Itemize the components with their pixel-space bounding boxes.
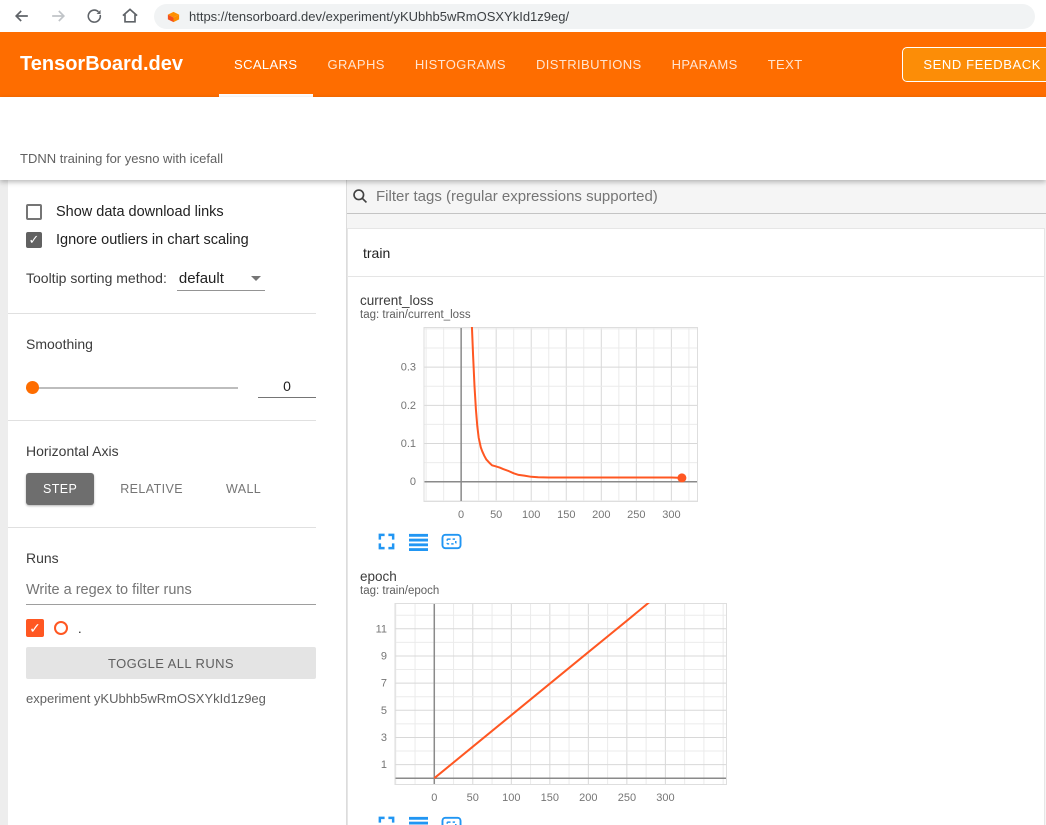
tab-distributions[interactable]: DISTRIBUTIONS <box>521 32 657 97</box>
chart-title: current_loss <box>360 293 703 308</box>
chart-grid: current_loss tag: train/current_loss 050… <box>348 277 1044 825</box>
smoothing-slider[interactable] <box>26 387 238 389</box>
experiment-id-label: experiment yKUbhb5wRmOSXYkId1z9eg <box>26 691 316 706</box>
url-bar[interactable]: https://tensorboard.dev/experiment/yKUbh… <box>154 4 1035 29</box>
svg-text:0.2: 0.2 <box>401 400 416 412</box>
run-color-swatch <box>54 621 68 635</box>
chevron-down-icon <box>251 276 261 281</box>
svg-text:0: 0 <box>458 509 464 521</box>
axis-relative-button[interactable]: RELATIVE <box>103 473 200 505</box>
svg-text:1: 1 <box>381 759 387 771</box>
svg-text:250: 250 <box>618 792 636 804</box>
main-panel: train current_loss tag: train/current_lo… <box>347 180 1046 825</box>
svg-text:300: 300 <box>662 509 680 521</box>
line-chart[interactable]: 0 50 100 150 200 250 300 1 3 5 7 9 11 <box>360 603 703 807</box>
tooltip-sorting-select[interactable]: default <box>177 270 265 291</box>
tab-text[interactable]: TEXT <box>753 32 818 97</box>
chart-card-current-loss: current_loss tag: train/current_loss 0 50… <box>360 281 703 557</box>
svg-text:200: 200 <box>592 509 610 521</box>
chart-title: epoch <box>360 569 703 584</box>
train-section-header[interactable]: train <box>348 229 1044 277</box>
slider-thumb[interactable] <box>26 381 39 394</box>
svg-text:250: 250 <box>627 509 645 521</box>
smoothing-label: Smoothing <box>26 314 316 352</box>
tab-hparams[interactable]: HPARAMS <box>657 32 753 97</box>
chart-tag: tag: train/epoch <box>360 585 703 597</box>
runs-filter-input[interactable] <box>26 578 316 605</box>
expand-chart-icon[interactable] <box>377 532 396 551</box>
horizontal-axis-label: Horizontal Axis <box>26 421 316 459</box>
brand-title: TensorBoard.dev <box>20 53 183 76</box>
tab-graphs[interactable]: GRAPHS <box>313 32 400 97</box>
back-icon[interactable] <box>10 4 34 28</box>
axis-step-button[interactable]: STEP <box>26 473 94 505</box>
forward-icon[interactable] <box>46 4 70 28</box>
svg-text:300: 300 <box>656 792 674 804</box>
toggle-all-runs-button[interactable]: TOGGLE ALL RUNS <box>26 647 316 679</box>
fit-domain-icon[interactable] <box>441 532 462 551</box>
fit-domain-icon[interactable] <box>441 815 462 825</box>
data-table-icon[interactable] <box>409 532 428 551</box>
svg-text:200: 200 <box>579 792 597 804</box>
experiment-description: TDNN training for yesno with icefall <box>20 151 223 166</box>
svg-text:7: 7 <box>381 678 387 690</box>
axis-wall-button[interactable]: WALL <box>209 473 278 505</box>
svg-text:0.1: 0.1 <box>401 438 416 450</box>
svg-text:50: 50 <box>490 509 502 521</box>
train-section-card: train current_loss tag: train/current_lo… <box>347 228 1045 825</box>
run-row: ✓ . <box>26 619 316 637</box>
svg-text:100: 100 <box>522 509 540 521</box>
data-table-icon[interactable] <box>409 815 428 825</box>
tensorboard-favicon <box>166 9 181 24</box>
svg-text:3: 3 <box>381 732 387 744</box>
home-icon[interactable] <box>118 4 142 28</box>
settings-sidebar: Show data download links ✓ Ignore outlie… <box>0 180 347 825</box>
svg-text:0.3: 0.3 <box>401 362 416 374</box>
ignore-outliers-checkbox[interactable]: ✓ Ignore outliers in chart scaling <box>26 232 316 248</box>
url-text: https://tensorboard.dev/experiment/yKUbh… <box>189 9 569 24</box>
search-icon <box>352 188 369 205</box>
smoothing-value[interactable]: 0 <box>258 378 316 398</box>
show-download-links-checkbox[interactable]: Show data download links <box>26 204 316 220</box>
send-feedback-button[interactable]: SEND FEEDBACK <box>902 47 1046 82</box>
svg-text:150: 150 <box>541 792 559 804</box>
svg-text:5: 5 <box>381 705 387 717</box>
tag-filter-row <box>347 180 1046 214</box>
svg-text:100: 100 <box>502 792 520 804</box>
experiment-subheader: TDNN training for yesno with icefall <box>0 97 1046 180</box>
runs-label: Runs <box>26 528 316 566</box>
svg-text:50: 50 <box>467 792 479 804</box>
svg-text:150: 150 <box>557 509 575 521</box>
expand-chart-icon[interactable] <box>377 815 396 825</box>
chart-card-epoch: epoch tag: train/epoch 0 50 100 150 200 250 30… <box>360 557 703 825</box>
checkbox-checked-icon[interactable]: ✓ <box>26 232 42 248</box>
svg-text:0: 0 <box>410 476 416 488</box>
svg-text:11: 11 <box>376 623 387 635</box>
svg-text:0: 0 <box>431 792 437 804</box>
app-header: TensorBoard.dev SCALARS GRAPHS HISTOGRAM… <box>0 32 1046 97</box>
tag-filter-input[interactable] <box>376 188 1046 205</box>
chart-tag: tag: train/current_loss <box>360 309 703 321</box>
tab-bar: SCALARS GRAPHS HISTOGRAMS DISTRIBUTIONS … <box>219 32 818 97</box>
tooltip-sorting-label: Tooltip sorting method: <box>26 270 167 286</box>
reload-icon[interactable] <box>82 4 106 28</box>
svg-text:9: 9 <box>381 651 387 663</box>
browser-toolbar: https://tensorboard.dev/experiment/yKUbh… <box>0 0 1046 32</box>
tab-histograms[interactable]: HISTOGRAMS <box>400 32 521 97</box>
run-name: . <box>78 621 82 636</box>
line-chart[interactable]: 0 50 100 150 200 250 300 0 0.1 0.2 0.3 <box>360 327 703 524</box>
run-checkbox-checked-icon[interactable]: ✓ <box>26 619 44 637</box>
tab-scalars[interactable]: SCALARS <box>219 32 313 97</box>
checkbox-unchecked-icon[interactable] <box>26 204 42 220</box>
